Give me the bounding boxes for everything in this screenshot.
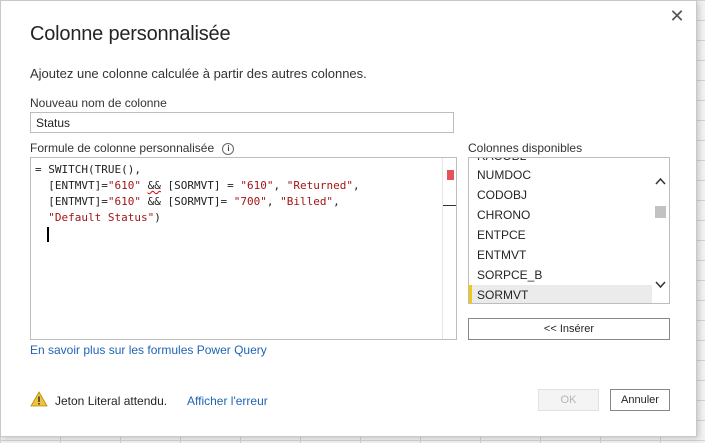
formula-label-row: Formule de colonne personnalisée i (30, 141, 235, 155)
available-columns-label: Colonnes disponibles (468, 141, 583, 155)
insert-button[interactable]: << Insérer (468, 318, 670, 340)
columns-scrollbar[interactable] (652, 158, 669, 303)
formula-line-2: [ENTMVT]="610" && [SORMVT] = "610", "Ret… (35, 179, 360, 192)
list-item-selected[interactable]: SORMVT (469, 285, 652, 303)
custom-column-dialog: ✕ Colonne personnalisée Ajoutez une colo… (0, 0, 697, 437)
list-item[interactable]: SORPCE_B (469, 265, 652, 285)
formula-label: Formule de colonne personnalisée (30, 141, 215, 155)
cursor-overview-marker (443, 205, 456, 206)
learn-more-link[interactable]: En savoir plus sur les formules Power Qu… (30, 343, 267, 357)
close-icon[interactable]: ✕ (667, 7, 687, 27)
formula-line-3: [ENTMVT]="610" && [SORMVT]= "700", "Bill… (35, 195, 340, 208)
scroll-up-icon[interactable] (652, 175, 669, 189)
column-name-label: Nouveau nom de colonne (30, 96, 167, 110)
scrollbar-thumb[interactable] (655, 206, 666, 218)
warning-icon (30, 391, 48, 407)
error-message: Jeton Literal attendu. (55, 394, 168, 408)
formula-editor[interactable]: = SWITCH(TRUE(), [ENTMVT]="610" && [SORM… (30, 157, 457, 340)
show-error-link[interactable]: Afficher l'erreur (187, 394, 268, 408)
dialog-subtitle: Ajoutez une colonne calculée à partir de… (30, 66, 367, 81)
error-overview-marker (447, 170, 454, 180)
formula-scrollbar[interactable] (442, 158, 456, 339)
list-item[interactable]: CODOBJ (469, 185, 652, 205)
list-item[interactable]: NUMDOC (469, 165, 652, 185)
list-item[interactable]: ENTMVT (469, 245, 652, 265)
formula-line-4: "Default Status") (48, 211, 161, 224)
scroll-down-icon[interactable] (652, 279, 669, 293)
dialog-title: Colonne personnalisée (30, 23, 231, 45)
available-columns-list[interactable]: RACOBL NUMDOC CODOBJ CHRONO ENTPCE ENTMV… (468, 157, 670, 304)
ok-button[interactable]: OK (538, 389, 599, 411)
formula-line-1: = SWITCH(TRUE(), (35, 163, 141, 176)
list-item[interactable]: ENTPCE (469, 225, 652, 245)
info-icon[interactable]: i (222, 142, 235, 155)
formula-code[interactable]: = SWITCH(TRUE(), [ENTMVT]="610" && [SORM… (35, 162, 360, 242)
syntax-error-marker: && (147, 179, 161, 192)
cancel-button[interactable]: Annuler (610, 389, 670, 411)
text-caret (47, 226, 49, 242)
column-name-input[interactable] (30, 112, 454, 133)
list-item[interactable]: CHRONO (469, 205, 652, 225)
